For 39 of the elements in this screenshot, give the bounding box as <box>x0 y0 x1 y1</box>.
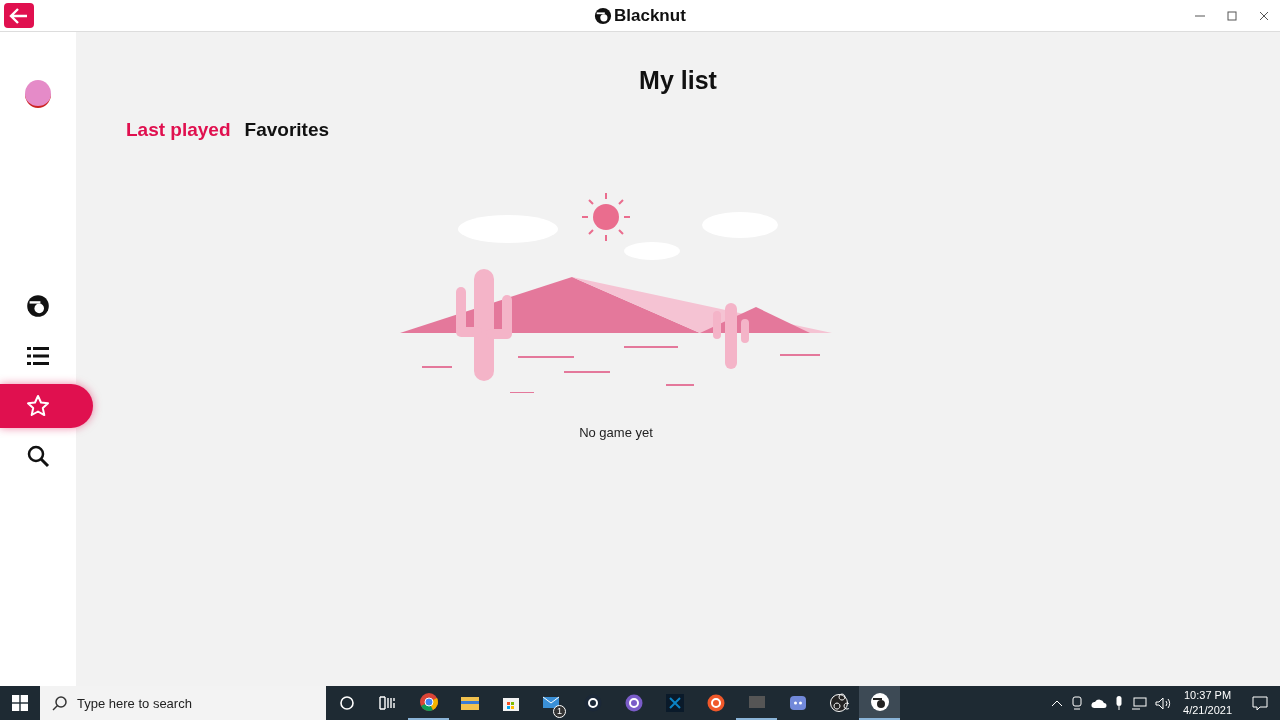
back-button[interactable] <box>4 3 34 28</box>
tab[interactable]: Favorites <box>244 119 330 141</box>
windows-icon <box>12 695 28 711</box>
taskbar-app[interactable] <box>859 686 900 720</box>
maximize-icon <box>1227 10 1237 21</box>
clock-time: 10:37 PM <box>1184 688 1232 703</box>
app-icon <box>869 692 890 712</box>
list-icon <box>27 346 49 366</box>
microphone-icon[interactable] <box>1115 696 1124 710</box>
task-view-icon <box>378 696 397 710</box>
app-icon <box>787 693 808 713</box>
notifications-icon[interactable] <box>1252 695 1268 711</box>
notification-count: 1 <box>553 705 566 718</box>
logo-icon <box>594 7 612 25</box>
app-icon <box>828 693 849 713</box>
star-icon <box>26 394 50 418</box>
network-icon[interactable] <box>1131 696 1148 710</box>
avatar[interactable] <box>25 80 51 108</box>
page-title: My list <box>639 66 717 95</box>
app-icon <box>623 693 644 713</box>
clock[interactable]: 10:37 PM 4/21/2021 <box>1183 688 1232 718</box>
empty-message: No game yet <box>579 425 653 440</box>
taskbar-app[interactable]: 1 <box>531 686 572 720</box>
clock-date: 4/21/2021 <box>1183 703 1232 718</box>
circle-icon <box>338 695 355 711</box>
search-icon <box>26 444 50 468</box>
app-icon <box>705 693 726 713</box>
chevron-up-icon[interactable] <box>1051 699 1064 707</box>
cloud-icon[interactable] <box>1091 698 1108 708</box>
webcam-icon[interactable] <box>1071 696 1084 710</box>
close-icon <box>1259 10 1269 21</box>
taskbar-search-field[interactable]: Type here to search <box>40 686 326 720</box>
window-title: Blacknut <box>614 6 686 26</box>
tab[interactable]: Last played <box>126 119 231 141</box>
app-icon <box>418 692 439 712</box>
speaker-icon[interactable] <box>1155 696 1172 710</box>
logo-icon <box>26 294 50 318</box>
app-icon <box>664 693 685 713</box>
arrow-left-icon <box>9 6 29 25</box>
